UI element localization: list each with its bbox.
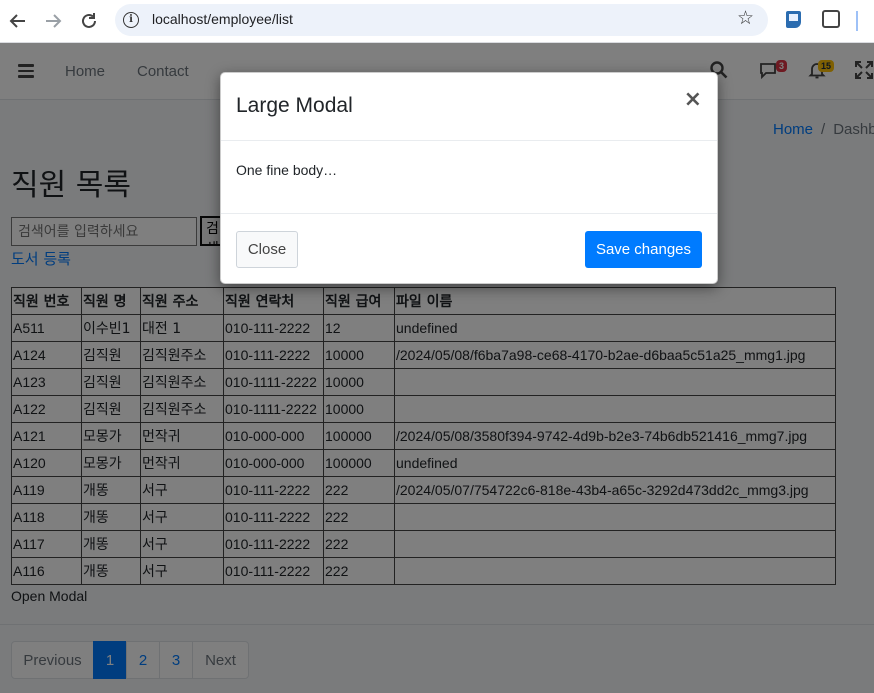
site-info-icon[interactable]: i xyxy=(123,12,139,28)
browser-toolbar: i localhost/employee/list ☆ xyxy=(0,0,874,43)
modal-body-text: One fine body… xyxy=(236,162,338,178)
modal-header: Large Modal × xyxy=(221,73,717,141)
modal-title: Large Modal xyxy=(236,94,353,117)
forward-arrow-icon[interactable] xyxy=(40,8,66,34)
address-bar[interactable]: i localhost/employee/list ☆ xyxy=(115,4,768,36)
close-button[interactable]: Close xyxy=(236,231,298,268)
close-icon[interactable]: × xyxy=(684,89,702,111)
back-arrow-icon[interactable] xyxy=(5,8,31,34)
large-modal: Large Modal × One fine body… Close Save … xyxy=(220,72,718,284)
extensions-puzzle-icon[interactable] xyxy=(822,10,840,28)
extension-icon[interactable] xyxy=(786,11,801,28)
toolbar-divider xyxy=(856,11,858,31)
bookmark-star-icon[interactable]: ☆ xyxy=(737,7,754,29)
url-text[interactable]: localhost/employee/list xyxy=(152,11,293,27)
reload-icon[interactable] xyxy=(76,8,102,34)
modal-footer: Close Save changes xyxy=(221,213,717,284)
save-changes-button[interactable]: Save changes xyxy=(585,231,702,268)
